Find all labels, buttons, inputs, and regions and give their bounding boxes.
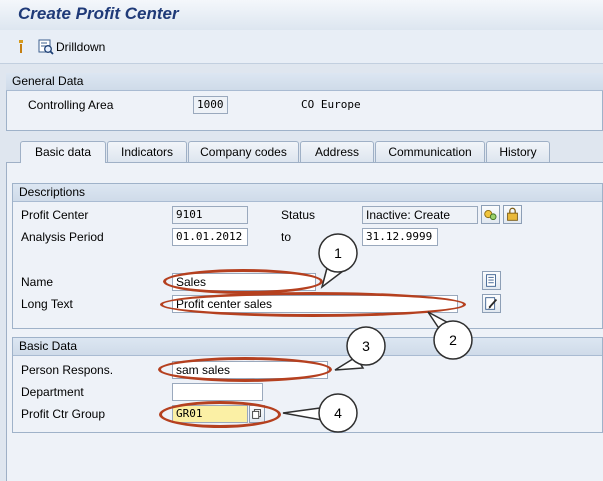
person-responsible-field[interactable]: sam sales: [172, 361, 328, 379]
name-label: Name: [21, 275, 54, 289]
person-responsible-label: Person Respons.: [21, 363, 114, 377]
text-document-icon[interactable]: [482, 271, 501, 290]
controlling-area-field[interactable]: 1000: [193, 96, 228, 114]
tab-history[interactable]: History: [486, 141, 550, 162]
tab-basic-data[interactable]: Basic data: [20, 141, 106, 163]
tab-address[interactable]: Address: [300, 141, 374, 162]
page-title: Create Profit Center: [18, 4, 179, 23]
drilldown-button[interactable]: Drilldown: [38, 37, 105, 57]
drilldown-icon: [38, 39, 54, 55]
department-field[interactable]: [172, 383, 263, 401]
edit-long-text-icon[interactable]: [482, 294, 501, 313]
general-data-header: General Data: [6, 73, 603, 91]
profit-center-field[interactable]: 9101: [172, 206, 248, 224]
profit-ctr-group-field[interactable]: GR01: [172, 405, 248, 423]
tab-communication[interactable]: Communication: [375, 141, 485, 162]
tab-indicators[interactable]: Indicators: [107, 141, 187, 162]
lock-icon[interactable]: [503, 205, 522, 224]
status-label: Status: [281, 208, 316, 222]
profit-center-label: Profit Center: [21, 208, 89, 222]
long-text-field[interactable]: Profit center sales: [172, 295, 458, 313]
drilldown-label: Drilldown: [56, 40, 106, 54]
value-help-icon[interactable]: [249, 405, 265, 423]
status-change-icon[interactable]: [481, 205, 500, 224]
to-label: to: [281, 230, 292, 244]
tab-company-codes[interactable]: Company codes: [188, 141, 299, 162]
period-from-field[interactable]: 01.01.2012: [172, 228, 248, 246]
analysis-period-label: Analysis Period: [21, 230, 104, 244]
descriptions-header: Descriptions: [13, 184, 602, 202]
execute-icon[interactable]: [19, 40, 23, 53]
department-label: Department: [21, 385, 84, 399]
controlling-area-label: Controlling Area: [28, 98, 114, 112]
status-field[interactable]: Inactive: Create: [362, 206, 478, 224]
period-to-field[interactable]: 31.12.9999: [362, 228, 438, 246]
profit-ctr-group-label: Profit Ctr Group: [21, 407, 106, 421]
name-field[interactable]: Sales: [172, 273, 316, 291]
controlling-area-description: CO Europe: [301, 98, 361, 111]
long-text-label: Long Text: [21, 297, 73, 311]
basic-data-header: Basic Data: [13, 338, 602, 356]
